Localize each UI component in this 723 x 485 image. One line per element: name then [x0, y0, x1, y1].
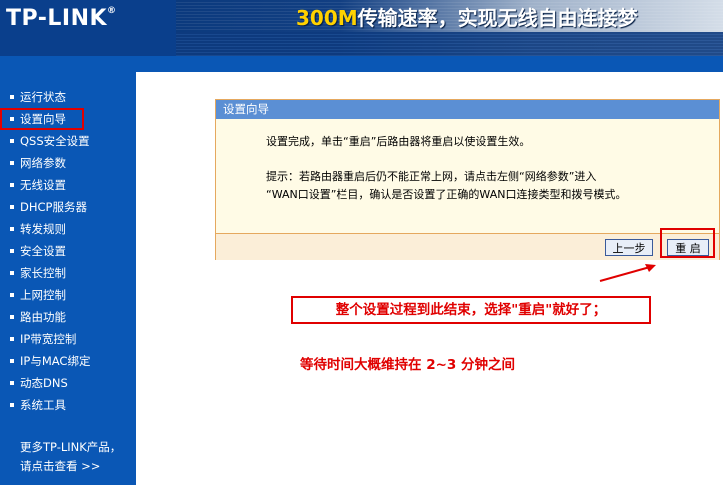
bullet-icon	[10, 402, 14, 407]
sidebar-item-network[interactable]: 网络参数	[0, 152, 136, 174]
more-products-line1: 更多TP-LINK产品，	[20, 440, 122, 454]
sidebar-item-label: 无线设置	[20, 178, 66, 192]
bullet-icon	[10, 336, 14, 341]
sidebar-item-security[interactable]: 安全设置	[0, 240, 136, 262]
red-arrow-icon	[599, 264, 656, 282]
sidebar-item-label: 家长控制	[20, 266, 66, 280]
sidebar-item-label: 路由功能	[20, 310, 66, 324]
sidebar-item-label: 转发规则	[20, 222, 66, 236]
hint-text: 提示：若路由器重启后仍不能正常上网，请点击左侧“网络参数”进入 “WAN口设置”…	[266, 168, 626, 204]
sidebar-item-setup-wizard[interactable]: 设置向导	[0, 108, 84, 130]
sidebar-item-label: IP带宽控制	[20, 332, 77, 346]
sidebar-item-status[interactable]: 运行状态	[0, 86, 136, 108]
bullet-icon	[10, 292, 14, 297]
sidebar-item-access-control[interactable]: 上网控制	[0, 284, 136, 306]
bullet-icon	[10, 314, 14, 319]
hint-line-2: “WAN口设置”栏目，确认是否设置了正确的WAN口连接类型和拨号模式。	[266, 188, 627, 201]
bullet-icon	[10, 138, 14, 143]
sidebar-item-wireless[interactable]: 无线设置	[0, 174, 136, 196]
bullet-icon	[10, 380, 14, 385]
bullet-icon	[10, 116, 14, 121]
content-corner	[136, 72, 176, 112]
bullet-icon	[10, 160, 14, 165]
more-products-line2: 请点击查看 >>	[20, 459, 101, 473]
registered-mark: ®	[107, 6, 117, 16]
sidebar-item-label: 上网控制	[20, 288, 66, 302]
annotation-note-wait: 等待时间大概维持在 2~3 分钟之间	[300, 357, 515, 373]
bullet-icon	[10, 270, 14, 275]
bullet-icon	[10, 358, 14, 363]
sidebar-item-forwarding[interactable]: 转发规则	[0, 218, 136, 240]
sidebar-item-label: 安全设置	[20, 244, 66, 258]
sidebar-item-dhcp[interactable]: DHCP服务器	[0, 196, 136, 218]
sidebar-nav: 运行状态 设置向导 QSS安全设置 网络参数 无线设置 DHCP服务器 转发规则…	[0, 86, 136, 416]
sidebar-item-parental[interactable]: 家长控制	[0, 262, 136, 284]
annotation-note-box: 整个设置过程到此结束，选择"重启"就好了；	[291, 296, 651, 324]
top-strip	[136, 56, 723, 72]
panel-body: 设置完成，单击“重启”后路由器将重启以使设置生效。 提示：若路由器重启后仍不能正…	[216, 119, 719, 233]
sidebar-item-label: DHCP服务器	[20, 200, 87, 214]
bullet-icon	[10, 204, 14, 209]
tp-link-logo: TP-LINK®	[6, 6, 117, 31]
logo-area: TP-LINK®	[0, 0, 170, 56]
sidebar-item-label: 设置向导	[20, 112, 66, 126]
sidebar-item-label: 系统工具	[20, 398, 66, 412]
prev-button[interactable]: 上一步	[605, 239, 653, 256]
sidebar-item-label: 网络参数	[20, 156, 66, 170]
reboot-highlight-box	[660, 228, 715, 258]
sidebar-item-bandwidth[interactable]: IP带宽控制	[0, 328, 136, 350]
completion-message: 设置完成，单击“重启”后路由器将重启以使设置生效。	[266, 135, 531, 148]
bullet-icon	[10, 248, 14, 253]
sidebar-item-label: QSS安全设置	[20, 134, 90, 148]
sidebar-item-system-tools[interactable]: 系统工具	[0, 394, 136, 416]
more-products-link[interactable]: 更多TP-LINK产品， 请点击查看 >>	[20, 438, 121, 476]
bullet-icon	[10, 94, 14, 99]
panel-title: 设置向导	[216, 100, 719, 119]
setup-wizard-panel: 设置向导 设置完成，单击“重启”后路由器将重启以使设置生效。 提示：若路由器重启…	[215, 99, 720, 260]
sidebar-item-routing[interactable]: 路由功能	[0, 306, 136, 328]
panel-footer: 上一步 重 启	[216, 233, 719, 260]
sidebar-item-ddns[interactable]: 动态DNS	[0, 372, 136, 394]
header: TP-LINK® 300M传输速率，实现无线自由连接梦	[0, 0, 723, 56]
sidebar-item-label: 运行状态	[20, 90, 66, 104]
banner-slogan-text: 传输速率，实现无线自由连接梦	[357, 6, 638, 30]
bullet-icon	[10, 182, 14, 187]
sidebar-item-qss[interactable]: QSS安全设置	[0, 130, 136, 152]
hint-line-1: 提示：若路由器重启后仍不能正常上网，请点击左侧“网络参数”进入	[266, 170, 597, 183]
sidebar-item-ip-mac[interactable]: IP与MAC绑定	[0, 350, 136, 372]
bullet-icon	[10, 226, 14, 231]
banner-slogan: 300M传输速率，实现无线自由连接梦	[296, 2, 638, 31]
banner: 300M传输速率，实现无线自由连接梦	[176, 0, 723, 56]
sidebar-item-label: 动态DNS	[20, 376, 68, 390]
logo-text: TP-LINK	[6, 6, 108, 31]
banner-stripes	[176, 32, 723, 56]
banner-highlight: 300M	[296, 6, 358, 30]
sidebar-item-label: IP与MAC绑定	[20, 354, 91, 368]
